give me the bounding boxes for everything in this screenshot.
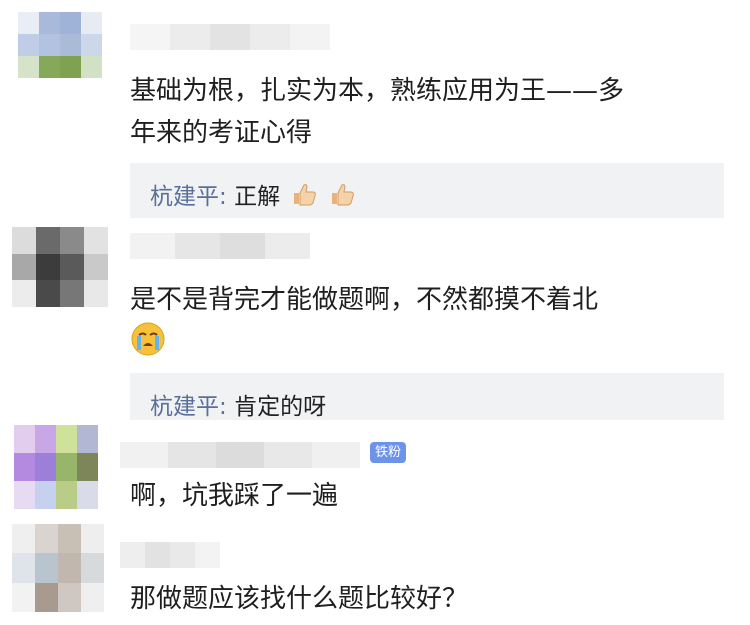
crying-face-icon	[131, 322, 165, 356]
reply-content: 杭建平: 正解	[150, 177, 355, 211]
comment-4: 那做题应该找什么题比较好？	[0, 520, 750, 625]
username-blurred[interactable]	[120, 542, 220, 568]
reply-author-link[interactable]: 杭建平	[150, 184, 219, 210]
thumbs-up-icon	[331, 184, 354, 206]
comment-text: 啊，坑我踩了一遍	[130, 481, 339, 511]
comment-text-line-1: 基础为根，扎实为本，熟练应用为王——多	[130, 76, 625, 106]
avatar[interactable]	[12, 227, 108, 307]
reply-text: 正解	[234, 184, 281, 210]
comment-1: 基础为根，扎实为本，熟练应用为王——多 年来的考证心得 杭建平: 正解	[0, 0, 750, 225]
reply-box[interactable]: 杭建平: 正解	[130, 163, 724, 218]
comment-text: 基础为根，扎实为本，熟练应用为王——多 年来的考证心得	[130, 70, 624, 154]
username-blurred[interactable]	[130, 233, 310, 259]
comment-text: 那做题应该找什么题比较好？	[130, 584, 469, 614]
reply-text: 肯定的呀	[234, 394, 327, 420]
avatar[interactable]	[18, 12, 102, 78]
comment-2: 是不是背完才能做题啊，不然都摸不着北 杭建平: 肯定的呀	[0, 225, 750, 420]
comment-3: 铁粉 啊，坑我踩了一遍	[0, 420, 750, 520]
thumbs-up-icon	[294, 184, 317, 206]
avatar[interactable]	[14, 425, 98, 509]
avatar[interactable]	[12, 524, 104, 612]
reply-separator: :	[219, 394, 235, 420]
reply-author-link[interactable]: 杭建平	[150, 394, 219, 420]
reply-content: 杭建平: 肯定的呀	[150, 387, 326, 421]
reply-box[interactable]: 杭建平: 肯定的呀	[130, 373, 724, 420]
comment-text-line-2: 年来的考证心得	[130, 118, 313, 148]
username-blurred[interactable]	[130, 24, 330, 50]
fan-badge: 铁粉	[370, 442, 407, 463]
username-blurred[interactable]	[120, 442, 360, 468]
reply-separator: :	[219, 184, 235, 210]
comment-text: 是不是背完才能做题啊，不然都摸不着北	[130, 285, 599, 315]
